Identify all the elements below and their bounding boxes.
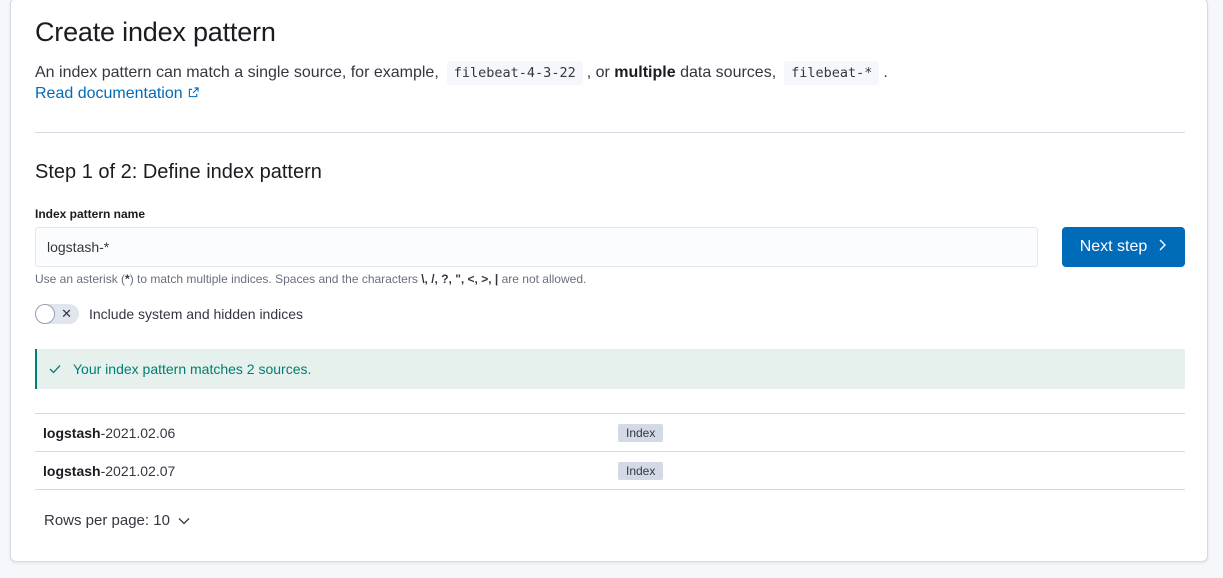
chevron-down-icon [178, 512, 190, 529]
example-code-single: filebeat-4-3-22 [446, 61, 583, 85]
help-invalid-chars: \, /, ?, ", <, >, | [421, 272, 499, 286]
hidden-indices-toggle-row: ✕ Include system and hidden indices [35, 304, 303, 324]
index-pattern-name-input[interactable] [35, 227, 1038, 267]
source-type-badge: Index [618, 424, 664, 442]
source-name-rest: -2021.02.07 [100, 463, 176, 479]
help-text-1: Use an asterisk ( [35, 272, 126, 286]
description-text-3: data sources, [680, 64, 777, 81]
example-code-multiple: filebeat-* [784, 61, 880, 85]
help-text-2: ) to match multiple indices. Spaces and … [129, 272, 418, 286]
read-documentation-link[interactable]: Read documentation [35, 85, 199, 103]
matching-sources-table: logstash-2021.02.06 Index logstash-2021.… [35, 413, 1185, 490]
index-pattern-name-label: Index pattern name [35, 207, 146, 221]
description-text-4: . [883, 64, 888, 81]
include-hidden-indices-switch[interactable]: ✕ [35, 304, 79, 324]
description-text-1: An index pattern can match a single sour… [35, 64, 439, 81]
next-step-button[interactable]: Next step [1062, 227, 1185, 267]
chevron-right-icon [1157, 238, 1167, 257]
check-icon [49, 361, 61, 377]
page-description: An index pattern can match a single sour… [35, 61, 888, 85]
description-text-2: , or [586, 64, 610, 81]
rows-per-page-label: Rows per page: 10 [44, 512, 170, 529]
step-title: Step 1 of 2: Define index pattern [35, 161, 322, 183]
table-row: logstash-2021.02.07 Index [35, 452, 1185, 490]
page-title: Create index pattern [35, 17, 276, 47]
description-bold: multiple [614, 64, 676, 81]
source-name: logstash-2021.02.07 [43, 463, 175, 479]
table-row: logstash-2021.02.06 Index [35, 414, 1185, 452]
read-documentation-label: Read documentation [35, 85, 183, 102]
rows-per-page-selector[interactable]: Rows per page: 10 [44, 512, 190, 529]
next-step-label: Next step [1079, 238, 1148, 255]
source-name: logstash-2021.02.06 [43, 425, 175, 441]
source-type-badge: Index [618, 462, 664, 480]
cross-icon: ✕ [61, 306, 72, 321]
source-name-rest: -2021.02.06 [100, 425, 176, 441]
section-divider [35, 132, 1185, 133]
index-pattern-help-text: Use an asterisk (*) to match multiple in… [35, 272, 586, 286]
popout-icon [188, 85, 199, 103]
include-hidden-indices-label[interactable]: Include system and hidden indices [89, 306, 303, 322]
help-text-3: are not allowed. [501, 272, 587, 286]
switch-knob [35, 304, 55, 324]
callout-text: Your index pattern matches 2 sources. [73, 361, 312, 377]
create-index-pattern-panel: Create index pattern An index pattern ca… [10, 0, 1208, 562]
source-name-match: logstash [43, 425, 101, 441]
source-name-match: logstash [43, 463, 101, 479]
match-success-callout: Your index pattern matches 2 sources. [35, 349, 1185, 389]
